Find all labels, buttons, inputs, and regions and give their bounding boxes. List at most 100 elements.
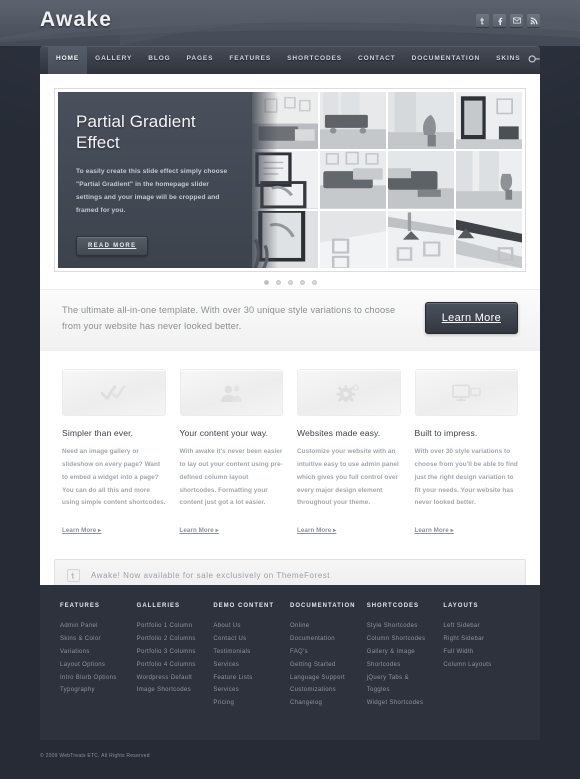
footer-column-features: FEATURES Admin Panel Skins & Color Varia… [60,603,137,740]
nav-item-home[interactable]: HOME [48,46,88,74]
feature-column: Simpler than ever. Need an image gallery… [62,369,166,537]
footer-link[interactable]: Typography [60,684,129,697]
slider-dot[interactable] [299,280,305,285]
footer-link[interactable]: Portfolio 2 Columns [137,633,206,646]
footer-link[interactable]: Portfolio 1 Column [137,620,206,633]
footer-link[interactable]: Getting Started [290,659,359,672]
tagline-text: The ultimate all-in-one template. With o… [62,305,396,332]
slide-text-block: Partial Gradient Effect To easily create… [58,92,252,268]
footer-link[interactable]: jQuery Tabs & [367,672,436,685]
photo-cell [388,210,454,268]
email-icon[interactable] [510,14,523,27]
nav-item-features[interactable]: FEATURES [221,46,279,74]
slider-dot[interactable] [263,280,269,285]
footer-link[interactable]: Portfolio 4 Columns [137,659,206,672]
feature-body: Customize your website with an intuitive… [297,448,399,507]
slider-dot[interactable] [311,280,317,285]
twitter-icon[interactable] [476,14,489,27]
photo-cell [252,151,318,209]
footer-link[interactable]: Testimonials [213,646,282,659]
double-check-icon [62,369,166,417]
photo-cell [388,151,454,209]
content-panel: Partial Gradient Effect To easily create… [40,74,540,607]
tagline-bar: The ultimate all-in-one template. With o… [40,289,540,351]
feature-column: Websites made easy. Customize your websi… [297,369,401,537]
footer-link[interactable]: Intro Blurb Options [60,672,129,685]
nav-item-gallery[interactable]: GALLERY [87,46,140,74]
footer-column-shortcodes: SHORTCODES Style Shortcodes Column Short… [367,603,444,740]
rss-icon[interactable] [527,14,540,27]
photo-cell [388,92,454,150]
footer-link[interactable]: Widget Shortcodes [367,697,436,710]
footer-link[interactable]: Online [290,620,359,633]
feature-body: With awake it's never been easier to lay… [179,448,283,507]
nav-item-contact[interactable]: CONTACT [350,46,404,74]
footer-link[interactable]: Skins & Color [60,633,129,646]
site-logo[interactable]: Awake [40,8,112,32]
feature-column: Your content your way. With awake it's n… [179,369,283,537]
hero-photo-grid [252,92,522,268]
footer-link[interactable]: Variations [60,646,129,659]
feature-learn-more-link[interactable]: Learn More ▸ [180,527,219,534]
footer-link[interactable]: Column Layouts [443,659,512,672]
footer-link[interactable]: Image Shortcodes [137,684,206,697]
footer-link[interactable]: Shortcodes [367,659,436,672]
footer-column-galleries: GALLERIES Portfolio 1 Column Portfolio 2… [137,603,214,740]
photo-cell [320,210,386,268]
footer-heading: FEATURES [60,603,100,609]
copyright-text: © 2009 WebTreats ETC. All Rights Reserve… [40,753,150,759]
read-more-button[interactable]: READ MORE [76,235,149,256]
nav-item-blog[interactable]: BLOG [140,46,178,74]
hero-slider-container: Partial Gradient Effect To easily create… [40,74,540,289]
monitors-icon [414,369,518,417]
nav-item-pages[interactable]: PAGES [179,46,222,74]
footer-link[interactable]: Customizations [290,684,359,697]
footer-link[interactable]: Documentation [290,633,359,646]
footer-link[interactable]: Language Support [290,672,359,685]
footer-link[interactable]: Layout Options [60,659,129,672]
nav-item-documentation[interactable]: DOCUMENTATION [404,46,489,74]
footer-link[interactable]: Column Shortcodes [367,633,436,646]
photo-cell [456,151,522,209]
footer-link[interactable]: Wordpress Default [137,672,206,685]
footer-link[interactable]: Right Sidebar [443,633,512,646]
nav-item-shortcodes[interactable]: SHORTCODES [279,46,350,74]
footer-column-demo-content: DEMO CONTENT About Us Contact Us Testimo… [213,603,290,740]
footer-link[interactable]: Left Sidebar [443,620,512,633]
feature-title: Simpler than ever. [62,428,134,439]
footer-link[interactable]: Toggles [367,684,436,697]
footer-link[interactable]: Portfolio 3 Columns [137,646,206,659]
footer-heading: GALLERIES [136,603,181,609]
footer-link[interactable]: FAQ's [290,646,359,659]
footer-link[interactable]: Services [213,659,282,672]
feature-learn-more-link[interactable]: Learn More ▸ [62,527,101,534]
footer-heading: DEMO CONTENT [213,603,275,609]
feature-learn-more-link[interactable]: Learn More ▸ [415,527,454,534]
footer-link[interactable]: Feature Lists [213,672,282,685]
footer-link[interactable]: Pricing [213,697,282,710]
learn-more-button[interactable]: Learn More [424,302,518,335]
site-footer: FEATURES Admin Panel Skins & Color Varia… [40,585,540,740]
footer-link[interactable]: Services [213,684,282,697]
footer-link[interactable]: Style Shortcodes [367,620,436,633]
footer-link[interactable]: Gallery & Image [367,646,436,659]
feature-body: Need an image gallery or slideshow on ev… [62,448,166,507]
notice-text: Awake! Now available for sale exclusivel… [91,571,331,581]
slider-dot[interactable] [275,280,281,285]
facebook-icon[interactable] [493,14,506,27]
features-row: Simpler than ever. Need an image gallery… [40,350,540,550]
footer-link[interactable]: Admin Panel [60,620,129,633]
footer-link[interactable]: About Us [213,620,282,633]
slider-dot[interactable] [287,280,293,285]
footer-link[interactable]: Contact Us [213,633,282,646]
footer-heading: DOCUMENTATION [290,603,356,609]
feature-title: Your content your way. [179,428,269,439]
slide-title: Partial Gradient Effect [76,112,196,152]
main-navigation: HOME GALLERY BLOG PAGES FEATURES SHORTCO… [40,46,540,74]
social-links [476,14,540,27]
feature-title: Websites made easy. [297,428,381,439]
footer-link[interactable]: Full Width [443,646,512,659]
nav-item-skins[interactable]: SKINS [488,46,528,74]
footer-link[interactable]: Changelog [290,697,359,710]
feature-learn-more-link[interactable]: Learn More ▸ [297,527,336,534]
